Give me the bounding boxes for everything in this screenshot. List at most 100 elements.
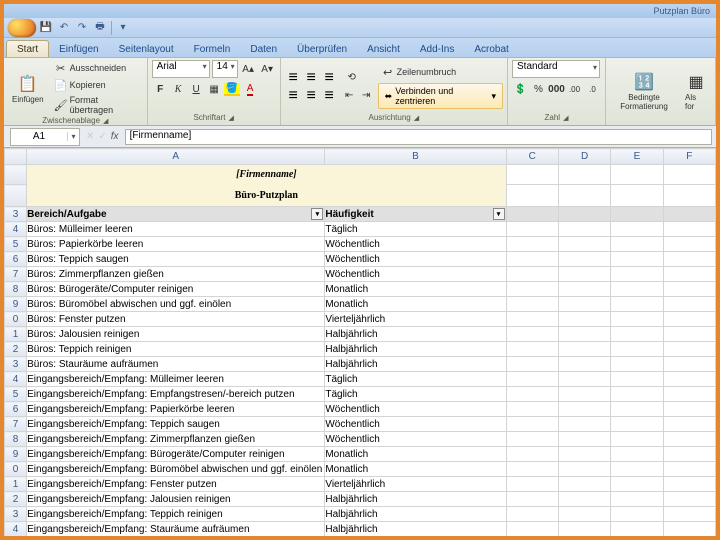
cell-bereich[interactable]: Büros: Fenster putzen: [27, 312, 325, 327]
print-preview-icon[interactable]: 🖶: [92, 20, 108, 36]
cell-bereich[interactable]: Büros: Zimmerpflanzen gießen: [27, 267, 325, 282]
cell-haeufigkeit[interactable]: Wöchentlich: [325, 417, 506, 432]
cell-bereich[interactable]: Büros: Stauräume aufräumen: [27, 357, 325, 372]
filter-dropdown-b[interactable]: ▾: [493, 208, 505, 220]
number-format-selector[interactable]: Standard: [512, 60, 600, 78]
col-header-e[interactable]: E: [611, 149, 663, 165]
tab-einfügen[interactable]: Einfügen: [49, 41, 108, 57]
cell-haeufigkeit[interactable]: Monatlich: [325, 282, 506, 297]
cell-haeufigkeit[interactable]: Wöchentlich: [325, 402, 506, 417]
format-painter-button[interactable]: 🖌Format übertragen: [51, 94, 143, 116]
row-header[interactable]: 2: [5, 492, 27, 507]
column-header-bereich[interactable]: Bereich/Aufgabe▾: [27, 207, 325, 222]
cell-bereich[interactable]: Eingangsbereich/Empfang: Mülleimer leere…: [27, 372, 325, 387]
row-header[interactable]: 5: [5, 237, 27, 252]
redo-icon[interactable]: ↷: [74, 20, 90, 36]
row-header[interactable]: 3: [5, 357, 27, 372]
cell-bereich[interactable]: Eingangsbereich/Empfang: Jalousien reini…: [27, 492, 325, 507]
cut-button[interactable]: ✂Ausschneiden: [51, 60, 143, 76]
enter-formula-icon[interactable]: ✓: [98, 131, 106, 142]
row-header[interactable]: 8: [5, 432, 27, 447]
underline-button[interactable]: U: [188, 81, 205, 98]
tab-formeln[interactable]: Formeln: [184, 41, 241, 57]
tab-ansicht[interactable]: Ansicht: [357, 41, 410, 57]
decrease-decimal-button[interactable]: .0: [584, 81, 601, 98]
cell-haeufigkeit[interactable]: Wöchentlich: [325, 432, 506, 447]
cell-haeufigkeit[interactable]: Halbjährlich: [325, 522, 506, 537]
increase-font-icon[interactable]: A▴: [240, 61, 257, 78]
cell-bereich[interactable]: Eingangsbereich/Empfang: Büromöbel abwis…: [27, 462, 325, 477]
cell-haeufigkeit[interactable]: Halbjährlich: [325, 507, 506, 522]
tab-daten[interactable]: Daten: [240, 41, 287, 57]
col-header-c[interactable]: C: [506, 149, 558, 165]
sheet-title-2[interactable]: Büro-Putzplan: [27, 185, 506, 207]
name-box[interactable]: [11, 129, 67, 145]
name-box-dropdown[interactable]: ▾: [67, 132, 79, 141]
conditional-formatting-button[interactable]: 🔢 Bedingte Formatierung: [610, 69, 678, 113]
worksheet-grid[interactable]: A B C D E F [Firmenname] Büro-Putzplan: [4, 148, 716, 536]
cell-haeufigkeit[interactable]: Halbjährlich: [325, 342, 506, 357]
merge-center-button[interactable]: ⬌Verbinden und zentrieren▾: [378, 83, 503, 109]
cell-bereich[interactable]: Büros: Büromöbel abwischen und ggf. einö…: [27, 297, 325, 312]
col-header-d[interactable]: D: [558, 149, 610, 165]
increase-indent-button[interactable]: ⇥: [358, 87, 375, 104]
clipboard-dialog-launcher[interactable]: ◢: [103, 117, 108, 125]
tab-add-ins[interactable]: Add-Ins: [410, 41, 464, 57]
font-dialog-launcher[interactable]: ◢: [228, 114, 233, 122]
row-header[interactable]: 7: [5, 417, 27, 432]
wrap-text-button[interactable]: ↩Zeilenumbruch: [378, 64, 503, 80]
column-header-haeufigkeit[interactable]: Häufigkeit▾: [325, 207, 506, 222]
italic-button[interactable]: K: [170, 81, 187, 98]
cell-haeufigkeit[interactable]: Täglich: [325, 372, 506, 387]
cell-bereich[interactable]: Eingangsbereich/Empfang: Papierkörbe lee…: [27, 402, 325, 417]
cell-bereich[interactable]: Büros: Teppich saugen: [27, 252, 325, 267]
cell-haeufigkeit[interactable]: Halbjährlich: [325, 357, 506, 372]
copy-button[interactable]: 📄Kopieren: [51, 77, 143, 93]
paste-button[interactable]: 📋 Einfügen: [8, 71, 48, 106]
decrease-font-icon[interactable]: A▾: [259, 61, 276, 78]
row-header[interactable]: 4: [5, 372, 27, 387]
cell-bereich[interactable]: Büros: Jalousien reinigen: [27, 327, 325, 342]
align-bottom-right[interactable]: ≡: [321, 87, 338, 104]
align-top-left[interactable]: ≡: [285, 69, 302, 86]
office-button[interactable]: [8, 19, 36, 37]
decrease-indent-button[interactable]: ⇤: [341, 87, 358, 104]
border-button[interactable]: ▦: [206, 81, 223, 98]
col-header-f[interactable]: F: [663, 149, 715, 165]
font-name-selector[interactable]: Arial: [152, 60, 210, 78]
filter-dropdown-a[interactable]: ▾: [311, 208, 323, 220]
cell-bereich[interactable]: Eingangsbereich/Empfang: Bürogeräte/Comp…: [27, 447, 325, 462]
row-header[interactable]: 0: [5, 312, 27, 327]
cell-bereich[interactable]: Büros: Mülleimer leeren: [27, 222, 325, 237]
cell-haeufigkeit[interactable]: Halbjährlich: [325, 492, 506, 507]
row-header[interactable]: 6: [5, 252, 27, 267]
tab-start[interactable]: Start: [6, 40, 49, 57]
row-header[interactable]: 1: [5, 327, 27, 342]
col-header-a[interactable]: A: [27, 149, 325, 165]
comma-button[interactable]: 000: [548, 81, 565, 98]
row-header[interactable]: 9: [5, 297, 27, 312]
cell-bereich[interactable]: Eingangsbereich/Empfang: Teppich reinige…: [27, 507, 325, 522]
row-header[interactable]: 6: [5, 402, 27, 417]
cell-bereich[interactable]: Eingangsbereich/Empfang: Stauräume aufrä…: [27, 522, 325, 537]
format-as-table-button[interactable]: ▦ Als for: [681, 69, 711, 113]
row-header[interactable]: [5, 165, 27, 185]
row-header[interactable]: 3: [5, 207, 27, 222]
fx-icon[interactable]: fx: [111, 131, 119, 142]
row-header[interactable]: 8: [5, 282, 27, 297]
cell-haeufigkeit[interactable]: Wöchentlich: [325, 237, 506, 252]
row-header[interactable]: 7: [5, 267, 27, 282]
cell-haeufigkeit[interactable]: Monatlich: [325, 462, 506, 477]
align-top-center[interactable]: ≡: [303, 69, 320, 86]
tab-überprüfen[interactable]: Überprüfen: [287, 41, 357, 57]
cell-haeufigkeit[interactable]: Vierteljährlich: [325, 312, 506, 327]
tab-seitenlayout[interactable]: Seitenlayout: [109, 41, 184, 57]
cell-bereich[interactable]: Büros: Teppich reinigen: [27, 342, 325, 357]
cancel-formula-icon[interactable]: ✕: [86, 131, 94, 142]
cell-haeufigkeit[interactable]: Wöchentlich: [325, 267, 506, 282]
undo-icon[interactable]: ↶: [56, 20, 72, 36]
row-header[interactable]: 0: [5, 462, 27, 477]
alignment-dialog-launcher[interactable]: ◢: [414, 114, 419, 122]
formula-input[interactable]: [Firmenname]: [125, 129, 712, 145]
sheet-title-1[interactable]: [Firmenname]: [27, 165, 506, 185]
